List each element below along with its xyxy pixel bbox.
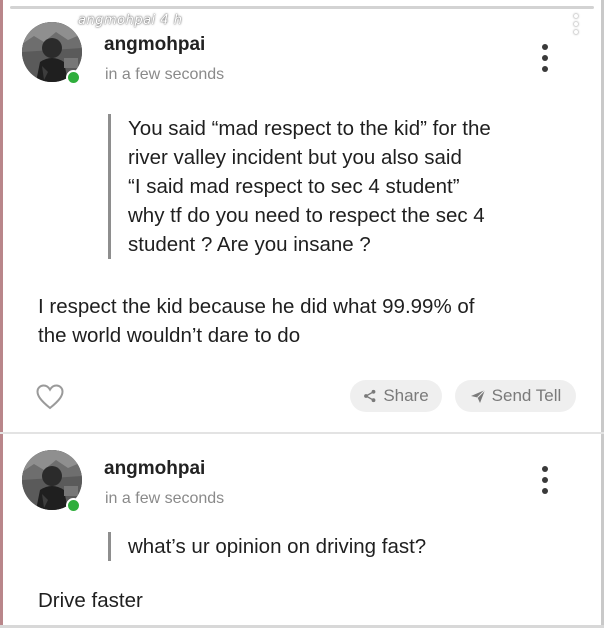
post-username[interactable]: angmohpai <box>104 458 205 480</box>
post-timestamp: in a few seconds <box>105 66 225 83</box>
post-username[interactable]: angmohpai <box>104 34 205 56</box>
more-options-icon[interactable] <box>542 466 548 499</box>
share-button[interactable]: Share <box>350 380 442 412</box>
answer-card: angmohpai in a few seconds You said “mad… <box>0 0 604 432</box>
paper-plane-icon <box>470 389 486 403</box>
post-timestamp: in a few seconds <box>105 490 225 507</box>
question-text: what’s ur opinion on driving fast? <box>108 532 426 561</box>
like-button[interactable] <box>36 384 64 410</box>
answer-card: angmohpai in a few seconds what’s ur opi… <box>0 432 604 628</box>
question-line: You said “mad respect to the kid” for th… <box>128 117 491 140</box>
send-tell-button[interactable]: Send Tell <box>455 380 576 412</box>
heart-outline-icon <box>36 384 64 410</box>
answer-text: I respect the kid because he did what 99… <box>38 292 474 350</box>
answer-line: I respect the kid because he did what 99… <box>38 295 475 318</box>
send-tell-label: Send Tell <box>491 386 562 405</box>
answer-line: Drive faster <box>38 589 143 612</box>
share-label: Share <box>383 386 429 405</box>
question-line: student ? Are you insane ? <box>128 233 371 256</box>
share-icon <box>364 389 376 403</box>
online-status-dot <box>66 498 81 513</box>
more-options-icon[interactable] <box>542 44 548 77</box>
answer-line: the world wouldn’t dare to do <box>38 324 301 347</box>
question-line: why tf do you need to respect the sec 4 <box>128 204 485 227</box>
question-line: river valley incident but you also said <box>128 146 462 169</box>
online-status-dot <box>66 70 81 85</box>
answer-text: Drive faster <box>38 586 143 615</box>
question-line: “I said mad respect to sec 4 student” <box>128 175 460 198</box>
question-line: what’s ur opinion on driving fast? <box>128 535 427 558</box>
question-text: You said “mad respect to the kid” for th… <box>108 114 491 259</box>
